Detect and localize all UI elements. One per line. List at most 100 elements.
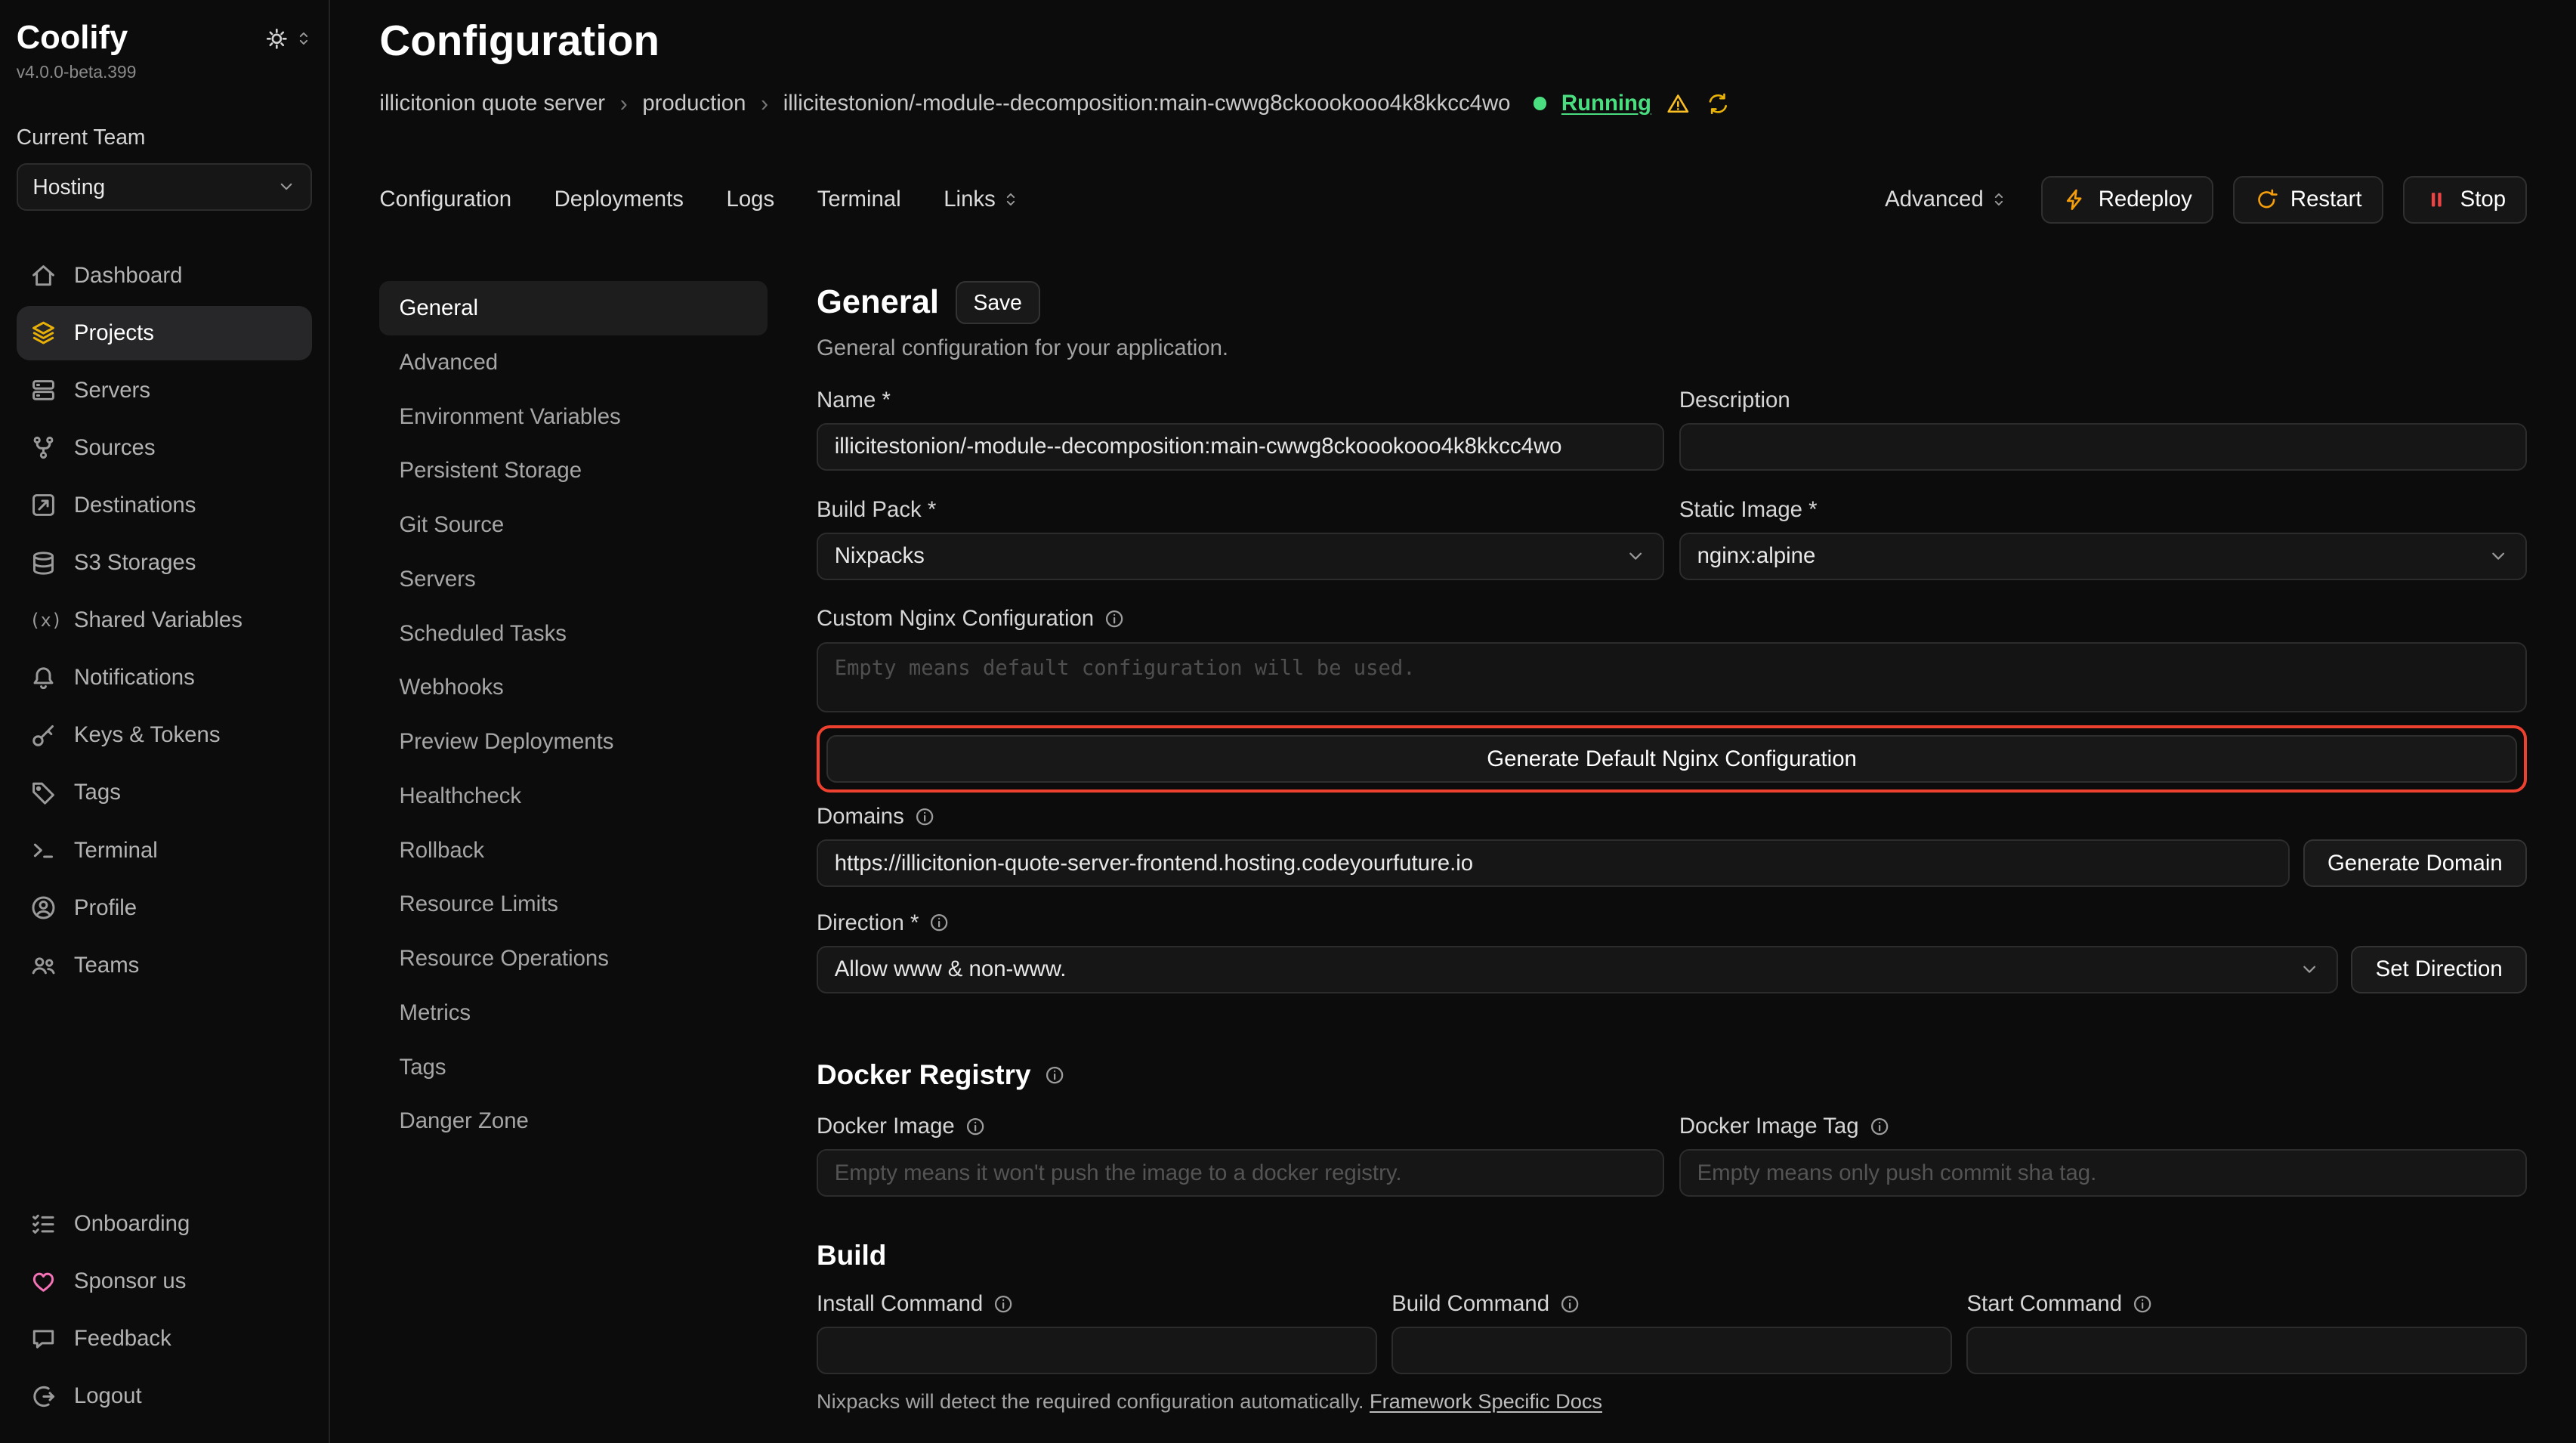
- tab-logs[interactable]: Logs: [727, 187, 775, 212]
- subnav-resource-limits[interactable]: Resource Limits: [379, 878, 767, 932]
- sidebar-item-destinations[interactable]: Destinations: [17, 478, 313, 533]
- info-icon[interactable]: [928, 912, 950, 933]
- status-dot: [1534, 97, 1546, 110]
- nginx-config-label: Custom Nginx Configuration: [817, 606, 2527, 632]
- breadcrumb-separator: [761, 91, 768, 117]
- install-command-label: Install Command: [817, 1291, 1377, 1317]
- variable-icon: [29, 610, 57, 631]
- tag-icon: [29, 779, 57, 807]
- direction-field: Direction * Allow www & non-www. Set Dir…: [817, 910, 2527, 993]
- subnav-healthcheck[interactable]: Healthcheck: [379, 769, 767, 823]
- info-icon[interactable]: [914, 806, 935, 827]
- start-command-input[interactable]: [1966, 1327, 2527, 1374]
- tab-links[interactable]: Links: [944, 187, 1020, 212]
- chevron-down-icon: [2488, 545, 2509, 567]
- status-running-link[interactable]: Running: [1561, 91, 1651, 116]
- theme-toggle[interactable]: [264, 26, 312, 51]
- breadcrumb: illicitonion quote server production ill…: [379, 91, 2527, 117]
- warning-icon[interactable]: [1666, 91, 1691, 116]
- chat-icon: [29, 1325, 57, 1353]
- tab-configuration[interactable]: Configuration: [379, 187, 511, 212]
- save-button[interactable]: Save: [956, 281, 1040, 324]
- build-pack-select[interactable]: Nixpacks: [817, 533, 1664, 580]
- section-title: General: [817, 284, 939, 321]
- subnav-servers[interactable]: Servers: [379, 552, 767, 607]
- sidebar-item-tags[interactable]: Tags: [17, 766, 313, 820]
- nginx-config-textarea[interactable]: [817, 642, 2527, 713]
- advanced-dropdown[interactable]: Advanced: [1885, 187, 2008, 212]
- direction-select[interactable]: Allow www & non-www.: [817, 946, 2338, 993]
- info-icon[interactable]: [2132, 1293, 2153, 1315]
- subnav-resource-operations[interactable]: Resource Operations: [379, 932, 767, 986]
- sidebar-item-profile[interactable]: Profile: [17, 881, 313, 935]
- domains-label: Domains: [817, 804, 2527, 830]
- sidebar-item-onboarding[interactable]: Onboarding: [17, 1197, 313, 1251]
- subnav-webhooks[interactable]: Webhooks: [379, 660, 767, 715]
- framework-docs-link[interactable]: Framework Specific Docs: [1370, 1389, 1602, 1413]
- subnav-metrics[interactable]: Metrics: [379, 986, 767, 1040]
- home-icon: [29, 261, 57, 289]
- subnav-rollback[interactable]: Rollback: [379, 823, 767, 878]
- app-title: Coolify: [17, 20, 128, 57]
- static-image-select[interactable]: nginx:alpine: [1679, 533, 2527, 580]
- sidebar-item-sponsor[interactable]: Sponsor us: [17, 1254, 313, 1309]
- sidebar-footer: Onboarding Sponsor us Feedback Logout: [17, 1197, 313, 1423]
- nginx-config-field: Custom Nginx Configuration: [817, 606, 2527, 712]
- git-fork-icon: [29, 434, 57, 462]
- subnav-preview-deployments[interactable]: Preview Deployments: [379, 715, 767, 769]
- restart-button[interactable]: Restart: [2233, 176, 2383, 224]
- redeploy-button[interactable]: Redeploy: [2041, 176, 2213, 224]
- subnav-persistent-storage[interactable]: Persistent Storage: [379, 443, 767, 498]
- build-command-label: Build Command: [1391, 1291, 1952, 1317]
- checklist-icon: [29, 1210, 57, 1238]
- sidebar-item-dashboard[interactable]: Dashboard: [17, 249, 313, 303]
- sidebar-item-sources[interactable]: Sources: [17, 421, 313, 475]
- breadcrumb-project[interactable]: illicitonion quote server: [379, 91, 605, 116]
- tab-terminal[interactable]: Terminal: [817, 187, 901, 212]
- team-select[interactable]: Hosting: [17, 163, 313, 211]
- tabs: Configuration Deployments Logs Terminal …: [379, 187, 1020, 212]
- info-icon[interactable]: [1869, 1116, 1890, 1137]
- sidebar-item-teams[interactable]: Teams: [17, 938, 313, 993]
- subnav-general[interactable]: General: [379, 281, 767, 335]
- generate-domain-button[interactable]: Generate Domain: [2303, 839, 2528, 887]
- sidebar-item-feedback[interactable]: Feedback: [17, 1312, 313, 1366]
- sidebar-item-logout[interactable]: Logout: [17, 1369, 313, 1423]
- sun-icon: [264, 26, 289, 51]
- build-command-input[interactable]: [1391, 1327, 1952, 1374]
- section-header: General Save: [817, 281, 2527, 324]
- sidebar-item-keys-tokens[interactable]: Keys & Tokens: [17, 709, 313, 763]
- description-input[interactable]: [1679, 423, 2527, 471]
- sidebar-nav: Dashboard Projects Servers Sources Desti…: [17, 249, 313, 993]
- subnav-danger-zone[interactable]: Danger Zone: [379, 1095, 767, 1149]
- sidebar-item-projects[interactable]: Projects: [17, 306, 313, 360]
- docker-image-input[interactable]: [817, 1149, 1664, 1197]
- set-direction-button[interactable]: Set Direction: [2351, 946, 2527, 993]
- stop-button[interactable]: Stop: [2403, 176, 2527, 224]
- info-icon[interactable]: [1559, 1293, 1580, 1315]
- tab-deployments[interactable]: Deployments: [554, 187, 684, 212]
- subnav-environment-variables[interactable]: Environment Variables: [379, 390, 767, 444]
- sidebar-item-servers[interactable]: Servers: [17, 363, 313, 418]
- sidebar-item-notifications[interactable]: Notifications: [17, 650, 313, 705]
- info-icon[interactable]: [965, 1116, 986, 1137]
- generate-nginx-config-button[interactable]: Generate Default Nginx Configuration: [826, 735, 2518, 783]
- sidebar-item-terminal[interactable]: Terminal: [17, 823, 313, 878]
- sidebar-item-s3-storages[interactable]: S3 Storages: [17, 536, 313, 590]
- domains-input[interactable]: [817, 839, 2290, 887]
- breadcrumb-environment[interactable]: production: [642, 91, 746, 116]
- subnav-advanced[interactable]: Advanced: [379, 335, 767, 390]
- brand-row: Coolify: [17, 20, 313, 57]
- info-icon[interactable]: [1044, 1064, 1065, 1086]
- refresh-status-icon[interactable]: [1706, 91, 1731, 116]
- chevron-down-icon: [2299, 959, 2320, 980]
- docker-image-tag-input[interactable]: [1679, 1149, 2527, 1197]
- info-icon[interactable]: [1104, 608, 1125, 629]
- info-icon[interactable]: [993, 1293, 1014, 1315]
- name-input[interactable]: [817, 423, 1664, 471]
- subnav-scheduled-tasks[interactable]: Scheduled Tasks: [379, 607, 767, 661]
- sidebar-item-shared-variables[interactable]: Shared Variables: [17, 593, 313, 647]
- install-command-input[interactable]: [817, 1327, 1377, 1374]
- subnav-git-source[interactable]: Git Source: [379, 498, 767, 552]
- subnav-tags[interactable]: Tags: [379, 1040, 767, 1095]
